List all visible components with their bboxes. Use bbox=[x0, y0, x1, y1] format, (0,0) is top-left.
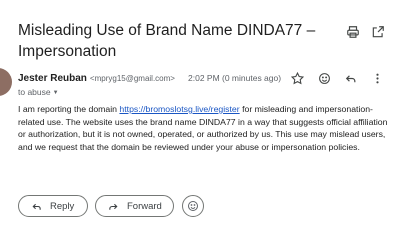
avatar bbox=[0, 68, 12, 96]
forward-button[interactable]: Forward bbox=[95, 195, 174, 217]
sender-email: <mpryg15@gmail.com> bbox=[89, 74, 175, 83]
forward-button-label: Forward bbox=[127, 200, 162, 212]
more-vert-icon[interactable] bbox=[371, 72, 384, 85]
body-text-intro: I am reporting the domain bbox=[18, 104, 120, 114]
reply-icon bbox=[32, 203, 41, 210]
forward-icon bbox=[109, 203, 118, 210]
print-icon[interactable] bbox=[346, 25, 360, 39]
reply-icon[interactable] bbox=[344, 72, 357, 85]
emoji-icon[interactable] bbox=[318, 72, 331, 85]
star-icon[interactable] bbox=[290, 71, 305, 85]
email-body: I am reporting the domain https://bromos… bbox=[18, 103, 390, 153]
open-in-new-window-icon[interactable] bbox=[371, 25, 385, 39]
caret-down-icon[interactable]: ▼ bbox=[53, 90, 59, 96]
sender-name: Jester Reuban bbox=[18, 73, 87, 84]
email-timestamp: 2:02 PM (0 minutes ago) bbox=[188, 73, 282, 83]
recipient-details[interactable]: to abuse ▼ bbox=[18, 87, 59, 97]
reply-button[interactable]: Reply bbox=[18, 195, 88, 217]
reply-button-label: Reply bbox=[50, 200, 75, 212]
email-subject: Misleading Use of Brand Name DINDA77 – I… bbox=[18, 22, 316, 60]
body-link[interactable]: https://bromoslotsg.live/register bbox=[119, 104, 239, 114]
sender-info: Jester Reuban <mpryg15@gmail.com> bbox=[18, 72, 175, 85]
emoji-reaction-button[interactable] bbox=[182, 195, 204, 217]
emoji-icon bbox=[188, 201, 198, 211]
recipient-label: to abuse bbox=[18, 87, 51, 97]
